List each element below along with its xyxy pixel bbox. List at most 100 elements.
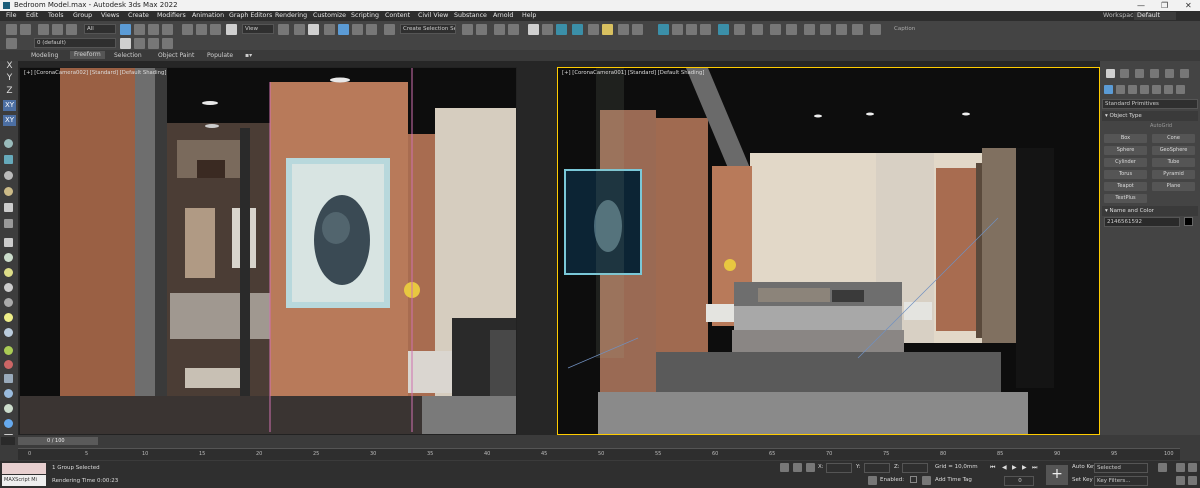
window-crossing-icon[interactable] xyxy=(162,24,173,35)
axis-xy-plane-button[interactable]: XY xyxy=(3,115,16,126)
corona-slicer-icon[interactable] xyxy=(836,24,847,35)
autogrid-checkbox[interactable]: AutoGrid xyxy=(1150,123,1172,129)
particle-icon[interactable] xyxy=(4,404,13,413)
box-button[interactable]: Box xyxy=(1104,134,1147,143)
corona-sky-icon[interactable] xyxy=(820,24,831,35)
a360-gallery-icon[interactable] xyxy=(632,24,643,35)
key-mode-dropdown[interactable]: Selected xyxy=(1094,463,1148,473)
menu-arnold[interactable]: Arnold xyxy=(493,11,513,21)
select-in-layer-icon[interactable] xyxy=(148,38,159,49)
menu-edit[interactable]: Edit xyxy=(26,11,38,21)
time-tag-icon[interactable] xyxy=(922,476,931,485)
viewport-left[interactable]: [+] [CoronaCamera002] [Standard] [Defaul… xyxy=(19,67,517,435)
pan-view-icon[interactable] xyxy=(1188,463,1197,472)
select-manipulate-icon[interactable] xyxy=(294,24,305,35)
menu-views[interactable]: Views xyxy=(101,11,119,21)
menu-scripting[interactable]: Scripting xyxy=(351,11,379,21)
corona-proxy-icon[interactable] xyxy=(686,24,697,35)
z-coord-field[interactable] xyxy=(902,463,928,473)
modify-tab-icon[interactable] xyxy=(1120,69,1129,78)
add-to-layer-icon[interactable] xyxy=(134,38,145,49)
light-lister-icon[interactable] xyxy=(870,24,881,35)
select-and-move-icon[interactable] xyxy=(182,24,193,35)
isolate-selection-icon[interactable] xyxy=(780,463,789,472)
axis-x-button[interactable]: X xyxy=(3,61,16,72)
viewport-right[interactable]: [+] [CoronaCamera001] [Standard] [Defaul… xyxy=(557,67,1100,435)
select-object-icon[interactable] xyxy=(120,24,131,35)
select-and-place-icon[interactable] xyxy=(226,24,237,35)
cone-button[interactable]: Cone xyxy=(1152,134,1195,143)
goto-end-icon[interactable]: ⏭ xyxy=(1032,464,1037,472)
minimize-button[interactable]: — xyxy=(1137,0,1145,11)
display-icon[interactable] xyxy=(4,203,13,212)
render-setup-icon[interactable] xyxy=(572,24,583,35)
viewport-right-label[interactable]: [+] [CoronaCamera001] [Standard] [Defaul… xyxy=(562,70,704,76)
plane-button[interactable]: Plane xyxy=(1152,182,1195,191)
y-coord-field[interactable] xyxy=(864,463,890,473)
camera-icon[interactable] xyxy=(4,374,13,383)
create-layer-icon[interactable] xyxy=(120,38,131,49)
utilities-icon[interactable] xyxy=(4,219,13,228)
x-coord-field[interactable] xyxy=(826,463,852,473)
render-in-cloud-icon[interactable] xyxy=(618,24,629,35)
sun-icon[interactable] xyxy=(4,313,13,322)
teapot-button[interactable]: Teapot xyxy=(1104,182,1147,191)
shape-icon[interactable] xyxy=(4,389,13,398)
helper-icon[interactable] xyxy=(4,328,13,337)
corona-pattern-icon[interactable] xyxy=(852,24,863,35)
pivot-center-icon[interactable] xyxy=(278,24,289,35)
corona-decal-icon[interactable] xyxy=(734,24,745,35)
prev-frame-icon[interactable]: ◀ xyxy=(1002,464,1007,471)
tab-selection[interactable]: Selection xyxy=(114,52,142,59)
close-button[interactable]: ✕ xyxy=(1185,0,1192,11)
curve-editor-icon[interactable] xyxy=(528,24,539,35)
name-color-rollout[interactable]: ▾ Name and Color xyxy=(1102,206,1198,216)
angle-snap-icon[interactable] xyxy=(338,24,349,35)
box-icon[interactable] xyxy=(4,238,13,247)
sphere-icon[interactable] xyxy=(4,253,13,262)
utilities-tab-icon[interactable] xyxy=(1180,69,1189,78)
motion-icon[interactable] xyxy=(4,187,13,196)
cone-icon[interactable] xyxy=(4,283,13,292)
auto-key-button[interactable]: Auto Key xyxy=(1072,464,1097,470)
maximize-viewport-icon[interactable] xyxy=(1188,476,1197,485)
spot-icon[interactable] xyxy=(4,298,13,307)
hierarchy-tab-icon[interactable] xyxy=(1135,69,1144,78)
timeline-toggle-icon[interactable] xyxy=(1,437,15,445)
schematic-view-icon[interactable] xyxy=(542,24,553,35)
material-editor-icon[interactable] xyxy=(556,24,567,35)
corona-vfb-icon[interactable] xyxy=(804,24,815,35)
align-icon[interactable] xyxy=(476,24,487,35)
menu-tools[interactable]: Tools xyxy=(48,11,64,21)
system-icon[interactable] xyxy=(4,346,13,355)
menu-customize[interactable]: Customize xyxy=(313,11,346,21)
shapes-icon[interactable] xyxy=(1116,85,1125,94)
menu-civil-view[interactable]: Civil View xyxy=(418,11,448,21)
rendered-frame-window-icon[interactable] xyxy=(588,24,599,35)
add-time-tag-label[interactable]: Add Time Tag xyxy=(935,477,972,483)
spinner-snap-icon[interactable] xyxy=(366,24,377,35)
redo-icon[interactable] xyxy=(20,24,31,35)
menu-help[interactable]: Help xyxy=(522,11,536,21)
timeline-track[interactable]: 0 5 10 15 20 25 30 35 40 45 50 55 60 65 … xyxy=(18,448,1180,460)
time-tag-lock-icon[interactable] xyxy=(868,476,877,485)
absolute-mode-icon[interactable] xyxy=(806,463,815,472)
ribbon-options-icon[interactable]: ▪▾ xyxy=(245,52,252,59)
corona-scatter-icon[interactable] xyxy=(700,24,711,35)
workspaces-dropdown[interactable]: Default xyxy=(1134,12,1177,20)
textplus-button[interactable]: TextPlus xyxy=(1104,194,1147,203)
zoom-extents-icon[interactable] xyxy=(1176,463,1185,472)
enabled-checkbox[interactable] xyxy=(910,476,917,483)
render-icon[interactable] xyxy=(4,419,13,428)
display-tab-icon[interactable] xyxy=(1165,69,1174,78)
selection-filter-dropdown[interactable]: All xyxy=(84,24,116,34)
named-selection-dropdown[interactable]: Create Selection Se xyxy=(400,24,456,34)
layer-explorer-icon[interactable] xyxy=(6,38,17,49)
object-type-rollout[interactable]: ▾ Object Type xyxy=(1102,111,1198,121)
pyramid-button[interactable]: Pyramid xyxy=(1152,170,1195,179)
cameras-icon[interactable] xyxy=(1140,85,1149,94)
select-and-scale-icon[interactable] xyxy=(210,24,221,35)
space-warps-icon[interactable] xyxy=(1164,85,1173,94)
edit-named-selection-icon[interactable] xyxy=(384,24,395,35)
maxscript-mini-listener[interactable]: MAXScript Mi xyxy=(2,475,46,486)
